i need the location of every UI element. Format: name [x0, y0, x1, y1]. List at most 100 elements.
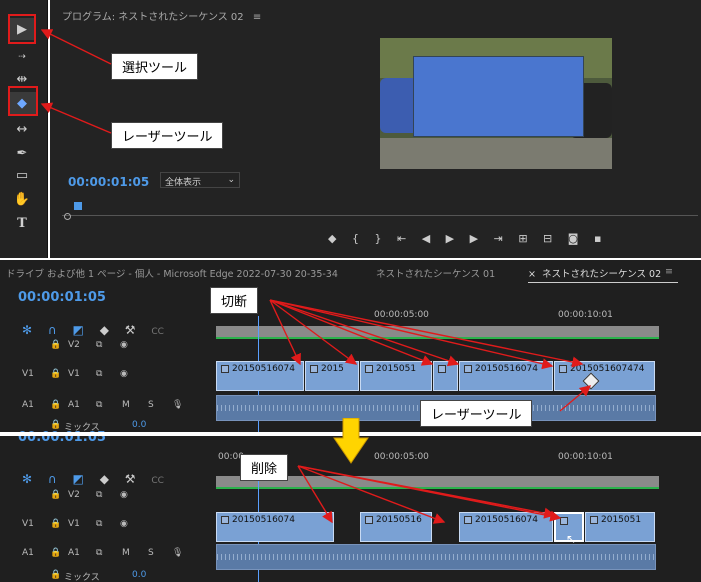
- clip[interactable]: 20150516: [360, 512, 432, 542]
- hand-tool-icon[interactable]: ✋: [8, 188, 36, 210]
- toggle-sync-icon[interactable]: ⧉: [96, 548, 102, 558]
- clip[interactable]: 2015: [305, 361, 359, 391]
- lock-icon[interactable]: 🔒: [50, 420, 61, 430]
- settings-icon[interactable]: ▪: [594, 232, 601, 245]
- mark-in-icon[interactable]: {: [352, 232, 359, 245]
- selection-tool-highlight: [8, 14, 36, 44]
- panel-menu-icon[interactable]: ≡: [253, 12, 261, 23]
- tools-panel: ▶ ⇢ ⇹ ◆ ↔ ✒ ▭ ✋ T: [0, 0, 48, 258]
- delete-callout: 削除: [240, 454, 289, 481]
- razor-tool-callout: レーザーツール: [111, 122, 224, 149]
- timeline-timecode[interactable]: 00:00:01:05: [18, 290, 106, 305]
- marker-icon[interactable]: ◆: [328, 232, 336, 245]
- mix-volume[interactable]: 0.0: [132, 570, 146, 580]
- captions-button[interactable]: CC: [151, 327, 164, 337]
- rectangle-tool-icon[interactable]: ▭: [8, 164, 36, 186]
- timeline-panel-top: ドライブ および他 1 ページ - 個人 - Microsoft Edge 20…: [0, 260, 701, 433]
- toggle-sync-icon[interactable]: ⧉: [96, 369, 102, 379]
- toggle-sync-icon[interactable]: ⧉: [96, 400, 102, 410]
- clip[interactable]: 2015051: [360, 361, 432, 391]
- select-tool-callout: 選択ツール: [111, 53, 199, 80]
- snap-icon[interactable]: ∩: [48, 323, 57, 337]
- pen-tool-icon[interactable]: ✒: [8, 142, 36, 164]
- mix-volume[interactable]: 0.0: [132, 420, 146, 430]
- add-marker-icon[interactable]: ◆: [100, 472, 109, 486]
- mosaic-rectangle: [413, 56, 584, 137]
- eye-icon[interactable]: ◉: [120, 519, 128, 529]
- track-select-tool-icon[interactable]: ⇢: [8, 46, 36, 68]
- clip[interactable]: [433, 361, 458, 391]
- wrench-icon[interactable]: ⚒: [125, 323, 136, 337]
- wrench-icon[interactable]: ⚒: [125, 472, 136, 486]
- play-icon[interactable]: ▶: [446, 232, 454, 245]
- tab-nested-sequence-01[interactable]: ネストされたシーケンス 01: [376, 266, 495, 280]
- lock-icon[interactable]: 🔒: [50, 548, 61, 558]
- lock-icon[interactable]: 🔒: [50, 570, 61, 580]
- solo-button[interactable]: S: [148, 400, 154, 410]
- track-a1-header: A1 🔒 A1 ⧉ M S 🎙: [22, 400, 184, 410]
- tab-edge-recording[interactable]: ドライブ および他 1 ページ - 個人 - Microsoft Edge 20…: [6, 266, 338, 280]
- lock-icon[interactable]: 🔒: [50, 340, 61, 350]
- track-v1-header: V1 🔒 V1 ⧉ ◉: [22, 369, 128, 379]
- go-to-in-icon[interactable]: ⇤: [397, 232, 406, 245]
- microphone-icon[interactable]: 🎙: [172, 548, 183, 558]
- lock-icon[interactable]: 🔒: [50, 400, 61, 410]
- toggle-sync-icon[interactable]: ⧉: [96, 340, 102, 350]
- clip[interactable]: 2015051: [585, 512, 655, 542]
- mute-button[interactable]: M: [122, 400, 130, 410]
- video-preview: [380, 38, 612, 169]
- extract-icon[interactable]: ⊟: [543, 232, 552, 245]
- lock-icon[interactable]: 🔒: [50, 490, 61, 500]
- program-timecode[interactable]: 00:00:01:05: [68, 175, 149, 189]
- clip[interactable]: 20150516074: [459, 512, 553, 542]
- eye-icon[interactable]: ◉: [120, 340, 128, 350]
- program-scrubber[interactable]: [62, 200, 698, 216]
- clip[interactable]: 20150516074: [216, 512, 334, 542]
- track-v2-header: 🔒 V2 ⧉ ◉: [50, 490, 128, 500]
- microphone-icon[interactable]: 🎙: [172, 400, 183, 410]
- track-v1-header: V1 🔒 V1 ⧉ ◉: [22, 519, 128, 529]
- snap-icon[interactable]: ∩: [48, 472, 57, 486]
- zoom-select[interactable]: 全体表示 ⌄: [160, 172, 240, 188]
- transport-controls: ◆ { } ⇤ ◀ ▶ ▶ ⇥ ⊞ ⊟ ◙ ▪: [328, 232, 613, 245]
- work-area-bar[interactable]: [216, 326, 659, 339]
- linked-selection-icon[interactable]: ◩: [73, 323, 84, 337]
- add-marker-icon[interactable]: ◆: [100, 323, 109, 337]
- lift-icon[interactable]: ⊞: [518, 232, 527, 245]
- playhead-marker[interactable]: [74, 202, 82, 210]
- cut-callout: 切断: [210, 287, 259, 314]
- lock-icon[interactable]: 🔒: [50, 519, 61, 529]
- clip[interactable]: 20150516074: [216, 361, 304, 391]
- go-to-out-icon[interactable]: ⇥: [494, 232, 503, 245]
- audio-clip[interactable]: [216, 544, 656, 570]
- razor-tool-highlight: [8, 86, 38, 116]
- eye-icon[interactable]: ◉: [120, 369, 128, 379]
- clip[interactable]: 2015051607474: [554, 361, 655, 391]
- eye-icon[interactable]: ◉: [120, 490, 128, 500]
- timeline-menu-icon[interactable]: ≡: [665, 266, 673, 277]
- captions-button[interactable]: CC: [151, 476, 164, 486]
- mix-track-header: 🔒 ミックス 0.0: [50, 570, 147, 582]
- zoom-handle[interactable]: [64, 213, 71, 220]
- type-tool-icon[interactable]: T: [8, 212, 36, 234]
- nest-icon[interactable]: ✻: [22, 323, 32, 337]
- mute-button[interactable]: M: [122, 548, 130, 558]
- tab-nested-sequence-02[interactable]: × ネストされたシーケンス 02: [528, 266, 661, 280]
- clip[interactable]: 20150516074: [459, 361, 553, 391]
- step-back-icon[interactable]: ◀: [422, 232, 430, 245]
- down-arrow-icon: [333, 418, 369, 464]
- mark-out-icon[interactable]: }: [374, 232, 381, 245]
- export-frame-icon[interactable]: ◙: [568, 232, 579, 245]
- nest-icon[interactable]: ✻: [22, 472, 32, 486]
- toggle-sync-icon[interactable]: ⧉: [96, 519, 102, 529]
- track-v2-header: 🔒 V2 ⧉ ◉: [50, 340, 128, 350]
- timeline-tools: ✻ ∩ ◩ ◆ ⚒ CC: [22, 323, 176, 337]
- linked-selection-icon[interactable]: ◩: [73, 472, 84, 486]
- slip-tool-icon[interactable]: ↔: [8, 118, 36, 140]
- lock-icon[interactable]: 🔒: [50, 369, 61, 379]
- step-forward-icon[interactable]: ▶: [470, 232, 478, 245]
- solo-button[interactable]: S: [148, 548, 154, 558]
- program-title: プログラム: ネストされたシーケンス 02 ≡: [62, 12, 262, 23]
- toggle-sync-icon[interactable]: ⧉: [96, 490, 102, 500]
- razor-tool-callout-2: レーザーツール: [420, 400, 533, 427]
